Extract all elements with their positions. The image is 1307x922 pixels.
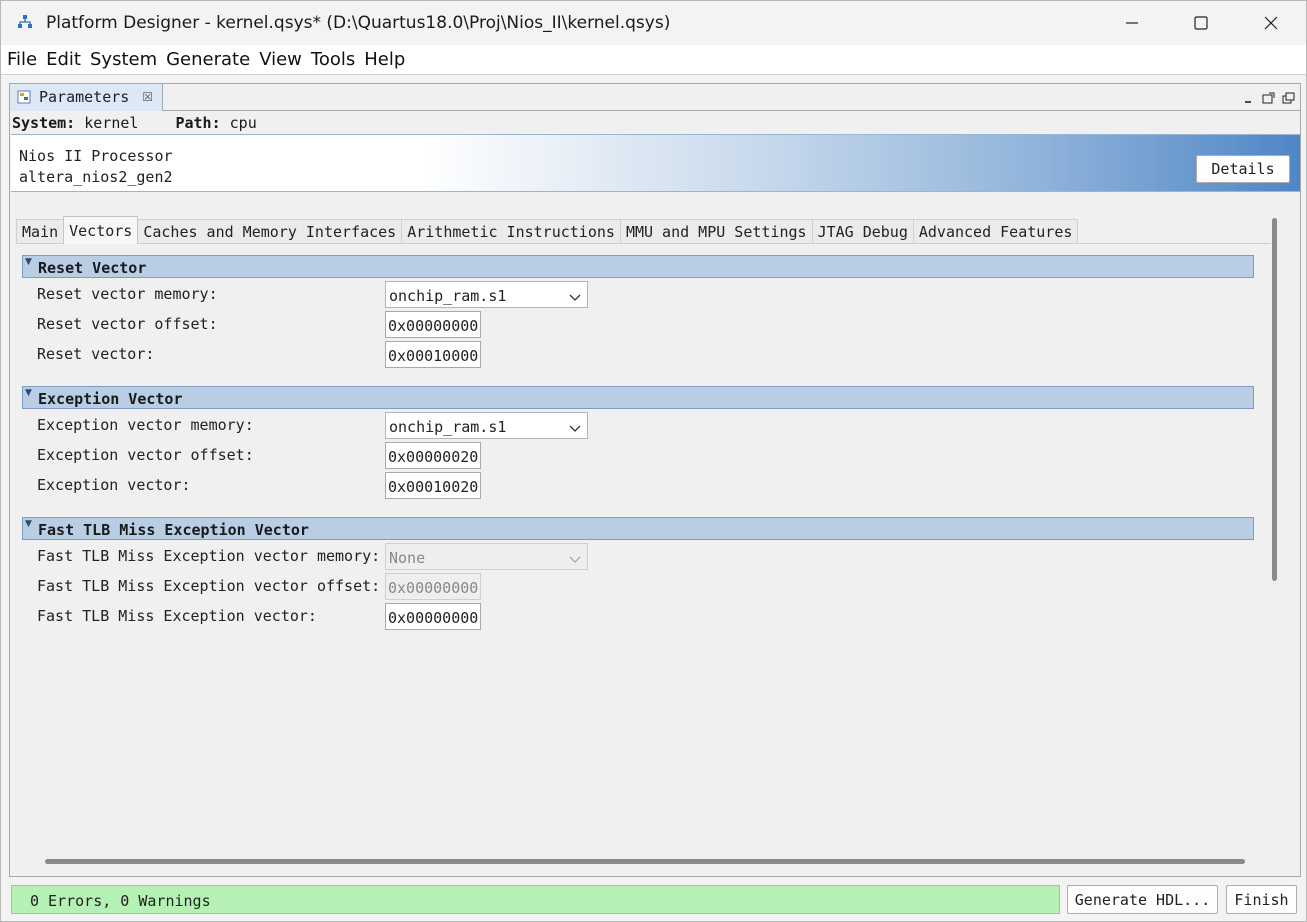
tab-parameters-label: Parameters [39, 88, 130, 106]
minimize-icon [1124, 15, 1140, 31]
fast-tlb-miss-offset-field[interactable]: 0x00000000 [385, 573, 481, 600]
close-button[interactable] [1236, 1, 1306, 45]
menu-help[interactable]: Help [364, 49, 405, 70]
param-label: Reset vector memory: [37, 285, 218, 303]
section-exception-vector[interactable]: ▼ Exception Vector [22, 386, 1254, 409]
tab-arithmetic[interactable]: Arithmetic Instructions [401, 219, 621, 244]
view-tabstrip: Parameters ☒ [10, 84, 1300, 111]
component-id: altera_nios2_gen2 [19, 168, 173, 186]
title-bar: Platform Designer - kernel.qsys* (D:\Qua… [1, 1, 1306, 45]
view-controls [1242, 90, 1296, 104]
param-label: Exception vector: [37, 476, 191, 494]
maximize-button[interactable] [1166, 1, 1236, 45]
tab-advanced[interactable]: Advanced Features [912, 219, 1079, 244]
param-label: Exception vector offset: [37, 446, 254, 464]
collapse-triangle-icon: ▼ [25, 257, 32, 267]
close-icon [1263, 15, 1279, 31]
restore-view-icon[interactable] [1282, 90, 1296, 104]
minimize-view-icon[interactable] [1242, 90, 1256, 103]
param-label: Fast TLB Miss Exception vector offset: [37, 577, 381, 595]
exception-vector-field[interactable]: 0x00010020 [385, 472, 481, 499]
fast-tlb-miss-memory-select[interactable]: None [385, 543, 588, 570]
component-name: Nios II Processor [19, 147, 173, 165]
section-title: Fast TLB Miss Exception Vector [38, 521, 309, 539]
chevron-down-icon [569, 289, 581, 307]
menu-file[interactable]: File [7, 49, 37, 70]
platform-designer-icon [17, 14, 33, 30]
chevron-down-icon [569, 551, 581, 569]
tab-parameters[interactable]: Parameters ☒ [10, 84, 163, 111]
section-title: Exception Vector [38, 390, 183, 408]
menu-view[interactable]: View [259, 49, 302, 70]
menu-bar: File Edit System Generate View Tools Hel… [1, 45, 1306, 75]
param-label: Reset vector offset: [37, 315, 218, 333]
tab-underline [16, 243, 1271, 244]
param-label: Reset vector: [37, 345, 155, 363]
parameters-panel: Parameters ☒ System: kernel Path: cpu Ni… [9, 83, 1301, 877]
menu-system[interactable]: System [90, 49, 157, 70]
horizontal-scrollbar[interactable] [45, 859, 1245, 864]
detach-view-icon[interactable] [1262, 90, 1276, 104]
section-reset-vector[interactable]: ▼ Reset Vector [22, 255, 1254, 278]
reset-vector-offset-field[interactable]: 0x00000000 [385, 311, 481, 338]
menu-generate[interactable]: Generate [166, 49, 250, 70]
system-path-line: System: kernel Path: cpu [12, 114, 257, 132]
maximize-icon [1193, 15, 1209, 31]
generate-hdl-button[interactable]: Generate HDL... [1067, 885, 1218, 914]
exception-vector-offset-field[interactable]: 0x00000020 [385, 442, 481, 469]
tab-main[interactable]: Main [16, 219, 65, 244]
section-title: Reset Vector [38, 259, 147, 277]
close-tab-icon[interactable]: ☒ [142, 90, 153, 104]
chevron-down-icon [569, 420, 581, 438]
select-value: onchip_ram.s1 [389, 287, 507, 305]
reset-vector-memory-select[interactable]: onchip_ram.s1 [385, 281, 588, 308]
component-header: Nios II Processor altera_nios2_gen2 Deta… [11, 134, 1300, 192]
tab-caches-memory[interactable]: Caches and Memory Interfaces [137, 219, 403, 244]
collapse-triangle-icon: ▼ [25, 388, 32, 398]
path-label: Path: [175, 114, 221, 132]
reset-vector-field[interactable]: 0x00010000 [385, 341, 481, 368]
window-title: Platform Designer - kernel.qsys* (D:\Qua… [46, 13, 671, 33]
select-value: onchip_ram.s1 [389, 418, 507, 436]
tab-mmu-mpu[interactable]: MMU and MPU Settings [619, 219, 813, 244]
exception-vector-memory-select[interactable]: onchip_ram.s1 [385, 412, 588, 439]
status-bar: 0 Errors, 0 Warnings [11, 885, 1060, 914]
param-label: Exception vector memory: [37, 416, 254, 434]
collapse-triangle-icon: ▼ [25, 519, 32, 529]
param-label: Fast TLB Miss Exception vector memory: [37, 547, 381, 565]
details-button[interactable]: Details [1196, 155, 1290, 183]
finish-button[interactable]: Finish [1226, 885, 1297, 914]
tabstrip-divider [163, 110, 1300, 111]
minimize-button[interactable] [1097, 1, 1167, 45]
vertical-scrollbar[interactable] [1272, 218, 1277, 581]
tab-jtag-debug[interactable]: JTAG Debug [811, 219, 914, 244]
menu-tools[interactable]: Tools [311, 49, 355, 70]
tab-vectors[interactable]: Vectors [63, 216, 139, 244]
system-value: kernel [84, 114, 139, 132]
path-value: cpu [229, 114, 257, 132]
param-label: Fast TLB Miss Exception vector: [37, 607, 317, 625]
system-label: System: [12, 114, 76, 132]
parameter-tabs: Main Vectors Caches and Memory Interface… [16, 216, 1079, 244]
select-value: None [389, 549, 426, 567]
menu-edit[interactable]: Edit [46, 49, 81, 70]
platform-designer-window: Platform Designer - kernel.qsys* (D:\Qua… [0, 0, 1307, 922]
fast-tlb-miss-vector-field[interactable]: 0x00000000 [385, 603, 481, 630]
section-fast-tlb-miss[interactable]: ▼ Fast TLB Miss Exception Vector [22, 517, 1254, 540]
parameters-icon [16, 89, 32, 105]
